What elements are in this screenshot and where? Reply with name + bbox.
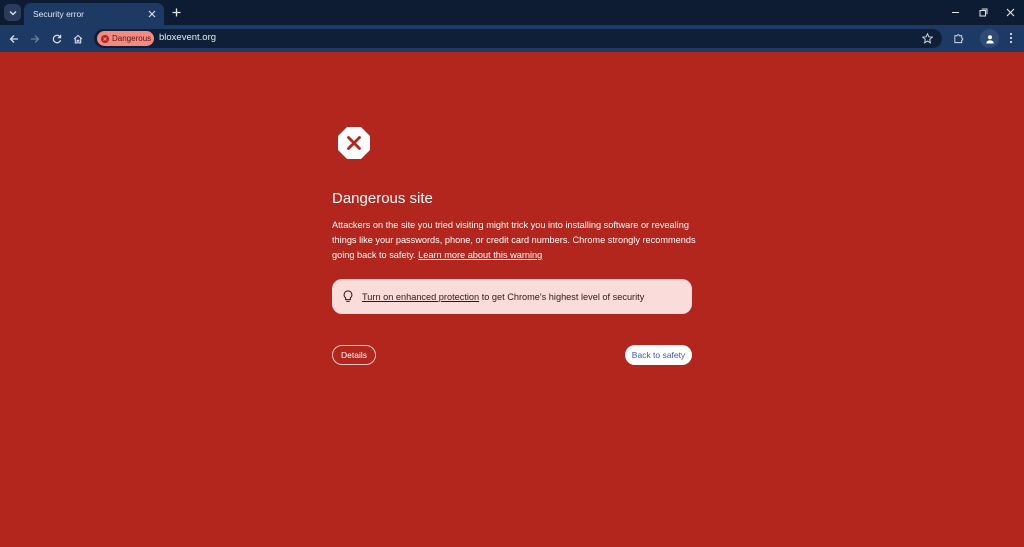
minimize-button[interactable]	[948, 5, 962, 19]
close-window-button[interactable]	[1003, 5, 1017, 19]
lightbulb-icon	[342, 290, 354, 304]
warning-description: Attackers on the site you tried visiting…	[332, 218, 702, 263]
restore-icon	[979, 8, 987, 16]
profile-button[interactable]	[980, 29, 999, 48]
tab-security-error[interactable]: Security error	[24, 3, 164, 25]
menu-button[interactable]	[1004, 30, 1018, 46]
details-button[interactable]: Details	[332, 345, 376, 365]
puzzle-icon	[953, 33, 963, 43]
home-button[interactable]	[69, 30, 86, 47]
title-bar: Security error	[0, 0, 1024, 25]
chevron-down-icon	[9, 10, 16, 15]
tab-search-button[interactable]	[4, 4, 21, 21]
new-tab-button[interactable]	[169, 5, 183, 19]
tab-title: Security error	[33, 9, 85, 19]
close-icon	[1006, 8, 1014, 16]
enhanced-protection-link[interactable]: Turn on enhanced protection	[362, 292, 479, 302]
reload-button[interactable]	[48, 30, 65, 47]
forward-button[interactable]	[26, 30, 43, 47]
home-icon	[73, 34, 82, 44]
learn-more-link[interactable]: Learn more about this warning	[418, 250, 542, 260]
plus-icon	[172, 8, 180, 16]
back-to-safety-button[interactable]: Back to safety	[625, 345, 692, 365]
arrow-right-icon	[30, 34, 39, 43]
bookmark-button[interactable]	[920, 31, 935, 46]
close-icon	[148, 10, 156, 18]
minimize-icon	[951, 11, 959, 13]
star-icon	[922, 33, 933, 44]
extensions-button[interactable]	[950, 30, 966, 46]
dangerous-chip[interactable]: Dangerous	[97, 31, 154, 46]
dangerous-label: Dangerous	[112, 34, 152, 43]
protection-rest-text: to get Chrome's highest level of securit…	[479, 291, 645, 302]
arrow-left-icon	[9, 34, 18, 43]
reload-icon	[52, 34, 61, 43]
person-icon	[985, 34, 994, 43]
url-text[interactable]: bloxevent.org	[159, 32, 216, 43]
restore-button[interactable]	[976, 5, 990, 19]
octagon-x-icon	[338, 127, 370, 159]
kebab-menu-icon	[1009, 32, 1013, 44]
page-title: Dangerous site	[332, 190, 433, 207]
protection-text: Turn on enhanced protection to get Chrom…	[362, 292, 644, 302]
enhanced-protection-banner: Turn on enhanced protection to get Chrom…	[332, 279, 692, 314]
tab-close-button[interactable]	[146, 8, 158, 20]
address-bar[interactable]	[94, 29, 942, 48]
error-icon	[101, 34, 109, 43]
back-button[interactable]	[5, 30, 22, 47]
